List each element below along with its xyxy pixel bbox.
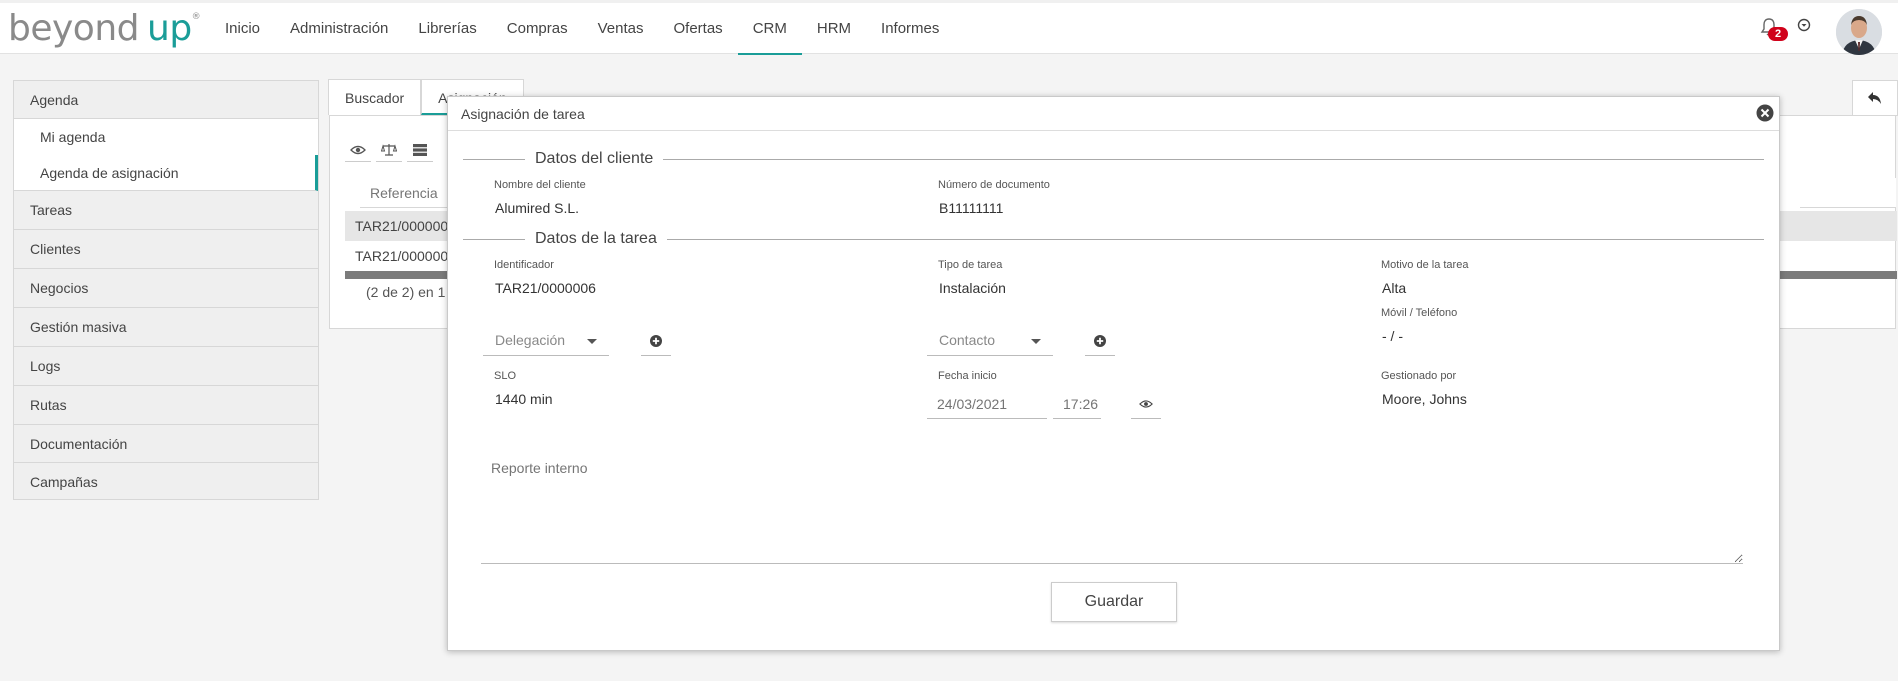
dialog-header: Asignación de tarea [448,97,1779,131]
layout-button[interactable] [407,138,433,162]
tab-buscador[interactable]: Buscador [328,79,422,115]
close-icon[interactable] [1755,103,1775,123]
sidebar: Agenda Mi agenda Agenda de asignación Ta… [13,80,319,500]
server-list-icon [413,143,427,156]
filter-strip [1800,178,1896,208]
caret-down-icon [1031,339,1041,344]
sidebar-item-gestion-masiva[interactable]: Gestión masiva [14,308,318,347]
nav-ofertas[interactable]: Ofertas [659,3,738,55]
balance-scale-icon [381,143,397,156]
start-time-input[interactable] [1053,389,1101,419]
contact-select[interactable]: Contacto [927,326,1053,356]
managed-by-label: Gestionado por [1381,370,1457,382]
document-number-label: Número de documento [938,179,1050,191]
delegation-select-text: Delegación [495,332,566,348]
nav-compras[interactable]: Compras [492,3,583,55]
nav-librerias[interactable]: Librerías [403,3,491,55]
brand-logo[interactable]: beyond up® [8,8,201,49]
delegation-select[interactable]: Delegación [483,326,609,356]
identifier-value: TAR21/0000006 [495,280,596,296]
plus-circle-icon [650,334,662,347]
section-client-title: Datos del cliente [525,149,664,169]
task-reason-value: Alta [1382,280,1407,296]
brand-registered: ® [191,12,201,22]
sidebar-item-tareas[interactable]: Tareas [14,191,318,230]
task-assignment-dialog: Asignación de tarea Datos del cliente No… [447,96,1780,651]
task-type-label: Tipo de tarea [938,259,1003,271]
start-date-input[interactable] [927,389,1047,419]
referencia-filter-input[interactable] [360,178,450,208]
document-number-value: B11111111 [939,200,1004,216]
save-button[interactable]: Guardar [1051,582,1177,622]
task-reason-label: Motivo de la tarea [1381,259,1469,271]
nav-informes[interactable]: Informes [866,3,954,55]
section-task-title: Datos de la tarea [525,229,667,249]
eye-icon [1139,399,1153,408]
sidebar-item-documentacion[interactable]: Documentación [14,425,318,463]
client-name-value: Alumired S.L. [495,200,580,216]
show-availability-button[interactable] [1131,389,1161,419]
phone-value: - / - [1382,328,1403,344]
avatar[interactable] [1836,9,1882,55]
brand-word-2: up [147,8,192,49]
managed-by-value: Moore, Johns [1382,391,1467,407]
user-avatar-icon [1836,9,1882,55]
back-button[interactable] [1852,80,1898,116]
view-button[interactable] [345,138,371,162]
section-task-header: Datos de la tarea [463,229,1764,249]
sidebar-item-campanas[interactable]: Campañas [14,463,318,500]
add-delegation-button[interactable] [641,326,671,356]
add-contact-button[interactable] [1085,326,1115,356]
internal-report-textarea[interactable] [481,450,1743,564]
phone-label: Móvil / Teléfono [1381,307,1458,319]
brand-word-1: beyond [8,8,140,49]
balance-button[interactable] [376,138,402,162]
sidebar-item-rutas[interactable]: Rutas [14,386,318,425]
sidebar-item-negocios[interactable]: Negocios [14,269,318,308]
sidebar-item-mi-agenda[interactable]: Mi agenda [14,119,318,155]
nav-administracion[interactable]: Administración [275,3,403,55]
reply-arrow-icon [1868,92,1881,104]
start-date-label: Fecha inicio [938,370,997,382]
main-nav: Inicio Administración Librerías Compras … [210,3,954,55]
sidebar-item-agenda-asignacion[interactable]: Agenda de asignación [14,155,318,191]
caret-down-icon [587,339,597,344]
sidebar-item-agenda[interactable]: Agenda [14,81,318,119]
nav-ventas[interactable]: Ventas [583,3,659,55]
contact-select-text: Contacto [939,332,996,348]
nav-hrm[interactable]: HRM [802,3,866,55]
slo-label: SLO [494,370,517,382]
dialog-title: Asignación de tarea [461,106,585,122]
sidebar-item-logs[interactable]: Logs [14,347,318,386]
sidebar-item-clientes[interactable]: Clientes [14,230,318,269]
plus-circle-icon [1094,334,1106,347]
section-client-header: Datos del cliente [463,149,1764,169]
chevron-down-circle-icon[interactable] [1797,18,1811,32]
slo-value: 1440 min [495,391,553,407]
notification-badge: 2 [1768,27,1788,41]
top-navbar: beyond up® Inicio Administración Librería… [0,0,1898,55]
client-name-label: Nombre del cliente [494,179,586,191]
nav-crm[interactable]: CRM [737,3,803,55]
task-type-value: Instalación [939,280,1006,296]
nav-inicio[interactable]: Inicio [210,3,275,55]
eye-icon [350,145,366,154]
pagination-summary: (2 de 2) en 1 P [366,284,459,300]
identifier-label: Identificador [494,259,554,271]
